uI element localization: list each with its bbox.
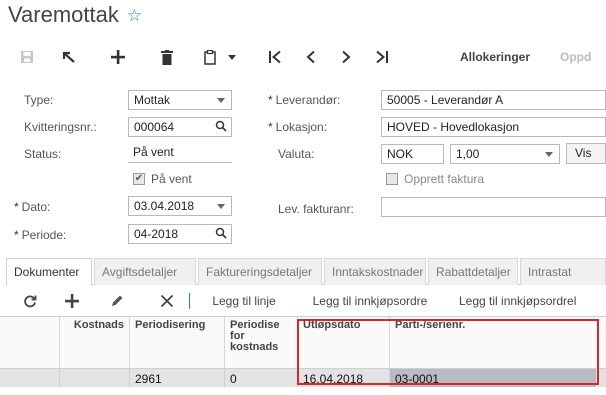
undo-icon[interactable] [56,40,82,74]
pa-vent-checkbox[interactable]: ✔ På vent [133,172,192,186]
refresh-icon[interactable] [20,286,40,316]
tab-faktureringsdetaljer[interactable]: Faktureringsdetaljer [198,258,322,285]
kvittering-field[interactable]: 000064 [128,117,232,137]
oppdater-button[interactable]: Oppd [560,40,606,74]
opprett-faktura-checkbox[interactable]: Opprett faktura [386,172,484,186]
tab-dokumenter[interactable]: Dokumenter [6,258,92,286]
kvittering-label: Kvitteringsnr.: [24,120,97,134]
next-record-icon[interactable] [333,40,359,74]
type-label: Type: [24,93,54,107]
opprett-faktura-label: Opprett faktura [404,172,485,186]
vis-button[interactable]: Vis [566,143,606,164]
previous-record-icon[interactable] [298,40,324,74]
periodisering-cell[interactable]: 2961 [130,369,225,387]
pa-vent-label: På vent [151,172,192,186]
table-row[interactable]: 2961 0 16.04.2018 03-0001 [0,368,606,387]
lokasjon-label: * Lokasjon: [268,120,328,134]
dato-field[interactable]: 03.04.2018 [128,196,232,216]
leverandor-field[interactable]: 50005 - Leverandør A [381,90,606,110]
last-record-icon[interactable] [369,40,395,74]
save-icon[interactable] [14,40,40,74]
grid-toolbar: Legg til linje Legg til innkjøpsordre Le… [0,286,606,316]
grid-header-utlopsdato[interactable]: Utløpsdato [298,317,390,368]
edit-pencil-icon[interactable] [107,286,127,316]
checkbox-box [386,173,398,185]
dato-label-text: Dato: [21,200,51,214]
chevron-down-icon [217,204,225,209]
lokasjon-label-text: Lokasjon: [275,120,328,134]
tab-rabattdetaljer[interactable]: Rabattdetaljer [428,258,518,285]
tab-inntakskostnader[interactable]: Inntakskostnader [324,258,426,285]
status-label: Status: [24,147,62,161]
valuta-label: Valuta: [278,147,315,161]
periode-value: 04-2018 [134,227,179,241]
dato-value: 03.04.2018 [134,199,195,213]
search-icon[interactable] [215,227,227,242]
lev-fakturanr-label: Lev. fakturanr: [278,202,354,216]
page-title-text: Varemottak [8,2,119,27]
type-select-value: Mottak [134,93,171,107]
leverandor-label: * Leverandør: [268,93,341,107]
row-selector-header [0,317,60,368]
valuta-field[interactable]: NOK [381,144,444,164]
periodise-cell[interactable]: 0 [225,369,298,387]
legg-til-innkjopsordrelinje-button[interactable]: Legg til innkjøpsordrel [459,286,606,316]
parti-serienr-cell[interactable]: 03-0001 [390,369,596,387]
grid-header-parti-serienr[interactable]: Parti-/serienr. [390,317,606,368]
delete-icon[interactable] [154,40,180,74]
lev-fakturanr-field[interactable] [381,197,606,217]
exchange-rate-value: 1,00 [456,147,480,161]
search-icon[interactable] [215,120,227,135]
main-toolbar: Allokeringer Oppd [0,40,606,74]
close-icon[interactable] [156,286,178,316]
lokasjon-field[interactable]: HOVED - Hovedlokasjon [381,117,606,137]
add-row-icon[interactable] [62,286,82,316]
tab-bar: Dokumenter Avgiftsdetaljer Faktureringsd… [6,258,606,286]
status-field: På vent [128,143,232,163]
document-lines-grid: Kostnads Periodisering Periodise for kos… [0,316,606,387]
chevron-down-icon [217,98,225,103]
favorite-star-icon[interactable]: ☆ [127,6,142,26]
add-icon[interactable] [105,40,131,74]
toolbar-divider [188,286,190,316]
paste-menu-icon[interactable] [198,40,242,74]
grid-header-kostnads[interactable]: Kostnads [60,317,130,368]
tab-avgiftsdetaljer[interactable]: Avgiftsdetaljer [94,258,196,285]
page-title: Varemottak ☆ [8,2,142,28]
kvittering-value: 000064 [134,120,175,134]
dato-label: * Dato: [14,200,51,214]
leverandor-label-text: Leverandør: [275,93,341,107]
grid-header-periodise-for-kostnads[interactable]: Periodise for kostnads [225,317,298,368]
periode-label-text: Periode: [21,228,67,242]
type-select[interactable]: Mottak [128,90,232,110]
periode-field[interactable]: 04-2018 [128,224,232,244]
periode-label: * Periode: [14,228,67,242]
utlopsdato-cell[interactable]: 16.04.2018 [298,369,390,387]
kostnads-cell[interactable] [60,369,130,387]
legg-til-innkjopsordre-button[interactable]: Legg til innkjøpsordre [300,286,440,316]
chevron-down-icon [545,152,553,157]
allokeringer-button[interactable]: Allokeringer [454,40,536,74]
exchange-rate-select[interactable]: 1,00 [450,144,560,164]
tab-intrastat[interactable]: Intrastat [520,258,606,285]
first-record-icon[interactable] [262,40,288,74]
legg-til-linje-button[interactable]: Legg til linje [200,286,288,316]
checkmark-icon: ✔ [133,173,145,185]
grid-header-periodisering[interactable]: Periodisering [130,317,225,368]
row-selector-cell[interactable] [0,369,60,387]
